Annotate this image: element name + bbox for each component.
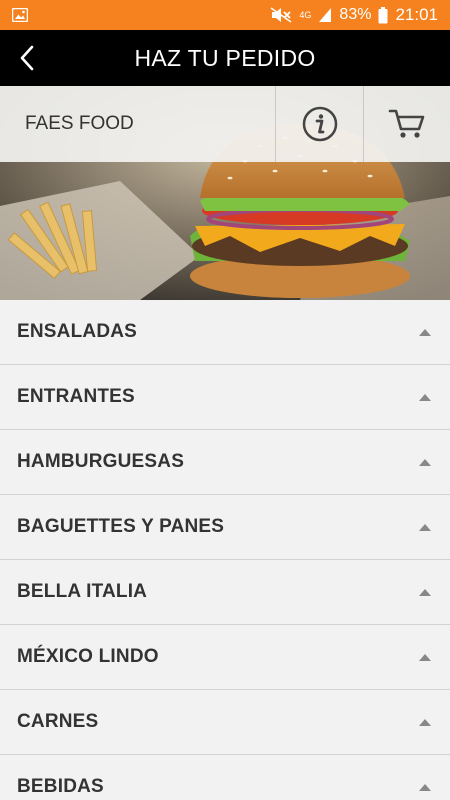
caret-up-icon (419, 393, 431, 401)
back-arrow-icon (19, 45, 35, 71)
category-label: MÉXICO LINDO (17, 646, 159, 667)
cart-button[interactable] (363, 86, 450, 162)
category-bebidas[interactable]: BEBIDAS (0, 755, 450, 800)
hero-banner: FAES FOOD (0, 86, 450, 300)
caret-up-icon (419, 523, 431, 531)
page-title: HAZ TU PEDIDO (134, 44, 316, 71)
app-header: HAZ TU PEDIDO (0, 30, 450, 86)
gallery-notification-icon (12, 8, 28, 22)
category-hamburguesas[interactable]: HAMBURGUESAS (0, 430, 450, 495)
category-label: HAMBURGUESAS (17, 451, 185, 472)
caret-up-icon (419, 783, 431, 791)
category-entrantes[interactable]: ENTRANTES (0, 365, 450, 430)
category-mexico-lindo[interactable]: MÉXICO LINDO (0, 625, 450, 690)
caret-up-icon (419, 328, 431, 336)
category-label: CARNES (17, 711, 99, 732)
network-type-icon: 4G (299, 9, 312, 20)
clock: 21:01 (395, 5, 438, 24)
back-button[interactable] (12, 42, 42, 74)
category-carnes[interactable]: CARNES (0, 690, 450, 755)
caret-up-icon (419, 588, 431, 596)
network-type-label: 4G (299, 9, 312, 20)
caret-up-icon (419, 458, 431, 466)
category-list: ENSALADAS ENTRANTES HAMBURGUESAS BAGUETT… (0, 300, 450, 800)
category-label: ENSALADAS (17, 321, 138, 342)
battery-icon (378, 6, 388, 24)
category-label: BAGUETTES Y PANES (17, 516, 225, 537)
category-baguettes-y-panes[interactable]: BAGUETTES Y PANES (0, 495, 450, 560)
info-button[interactable] (275, 86, 363, 162)
category-bella-italia[interactable]: BELLA ITALIA (0, 560, 450, 625)
category-ensaladas[interactable]: ENSALADAS (0, 300, 450, 365)
category-label: BELLA ITALIA (17, 581, 148, 602)
status-bar: 4G 83% 21:01 (0, 0, 450, 30)
battery-percent: 83% (339, 6, 372, 23)
caret-up-icon (419, 718, 431, 726)
mute-icon (270, 7, 292, 23)
store-info-bar: FAES FOOD (0, 86, 450, 162)
info-icon (302, 106, 338, 142)
signal-icon (318, 7, 332, 23)
cart-icon (388, 108, 426, 140)
caret-up-icon (419, 653, 431, 661)
category-label: BEBIDAS (17, 776, 104, 797)
store-name: FAES FOOD (25, 113, 134, 134)
category-label: ENTRANTES (17, 386, 135, 407)
